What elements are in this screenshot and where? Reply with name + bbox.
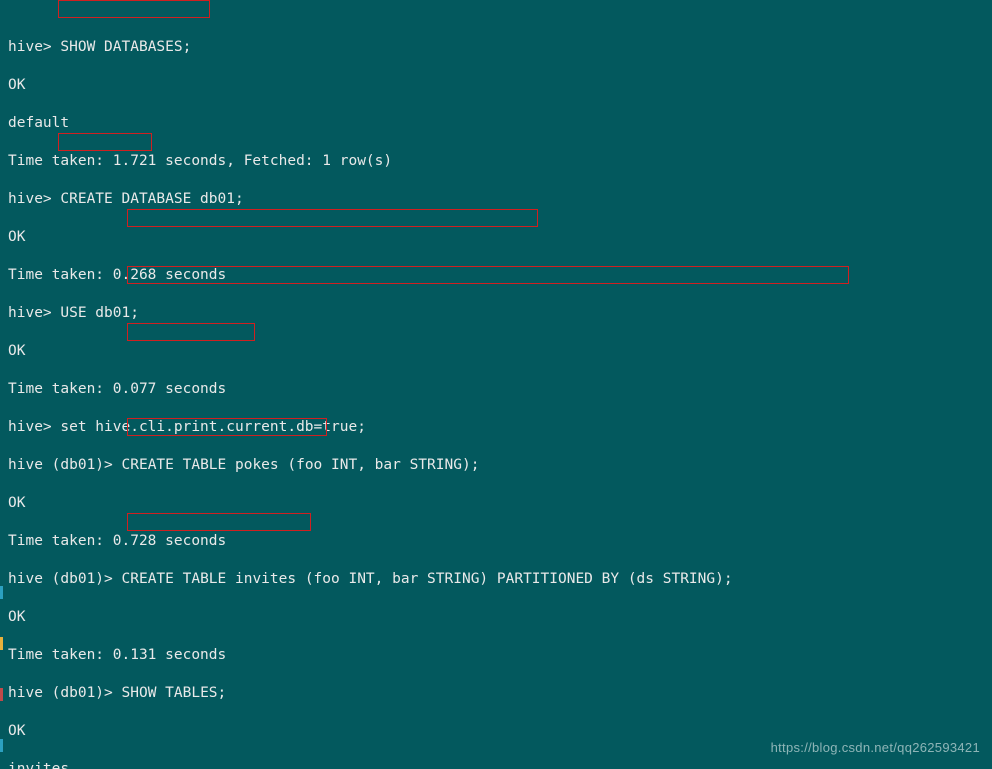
output-line: Time taken: 0.268 seconds [8, 266, 986, 285]
output-line: OK [8, 76, 986, 95]
terminal-output[interactable]: hive> SHOW DATABASES; OK default Time ta… [0, 0, 992, 769]
output-line: invites [8, 760, 986, 769]
output-line: OK [8, 608, 986, 627]
cmd-show-databases: SHOW DATABASES; [60, 39, 191, 55]
cmd-use-db: USE db01; [60, 305, 139, 321]
output-line: OK [8, 228, 986, 247]
cmd-create-table-invites: CREATE TABLE invites (foo INT, bar STRIN… [122, 571, 733, 587]
output-line: default [8, 114, 986, 133]
output-line: OK [8, 494, 986, 513]
highlight-box [58, 133, 152, 151]
output-line: Time taken: 0.077 seconds [8, 380, 986, 399]
highlight-box [127, 513, 311, 531]
cmd-create-table-pokes: CREATE TABLE pokes (foo INT, bar STRING)… [122, 457, 480, 473]
cmd-show-tables: SHOW TABLES; [122, 685, 227, 701]
output-line: Time taken: 0.131 seconds [8, 646, 986, 665]
output-line: hive> set hive.cli.print.current.db=true… [8, 418, 986, 437]
highlight-box [127, 209, 538, 227]
prompt: hive> [8, 305, 60, 321]
prompt: hive> [8, 39, 60, 55]
prompt: hive (db01)> [8, 457, 122, 473]
output-line: Time taken: 1.721 seconds, Fetched: 1 ro… [8, 152, 986, 171]
highlight-box [127, 323, 255, 341]
prompt: hive (db01)> [8, 685, 122, 701]
output-line: hive> CREATE DATABASE db01; [8, 190, 986, 209]
highlight-box [58, 0, 210, 18]
scroll-indicator [0, 548, 3, 626]
output-line: OK [8, 342, 986, 361]
prompt: hive (db01)> [8, 571, 122, 587]
output-line: Time taken: 0.728 seconds [8, 532, 986, 551]
watermark-text: https://blog.csdn.net/qq262593421 [771, 738, 980, 757]
